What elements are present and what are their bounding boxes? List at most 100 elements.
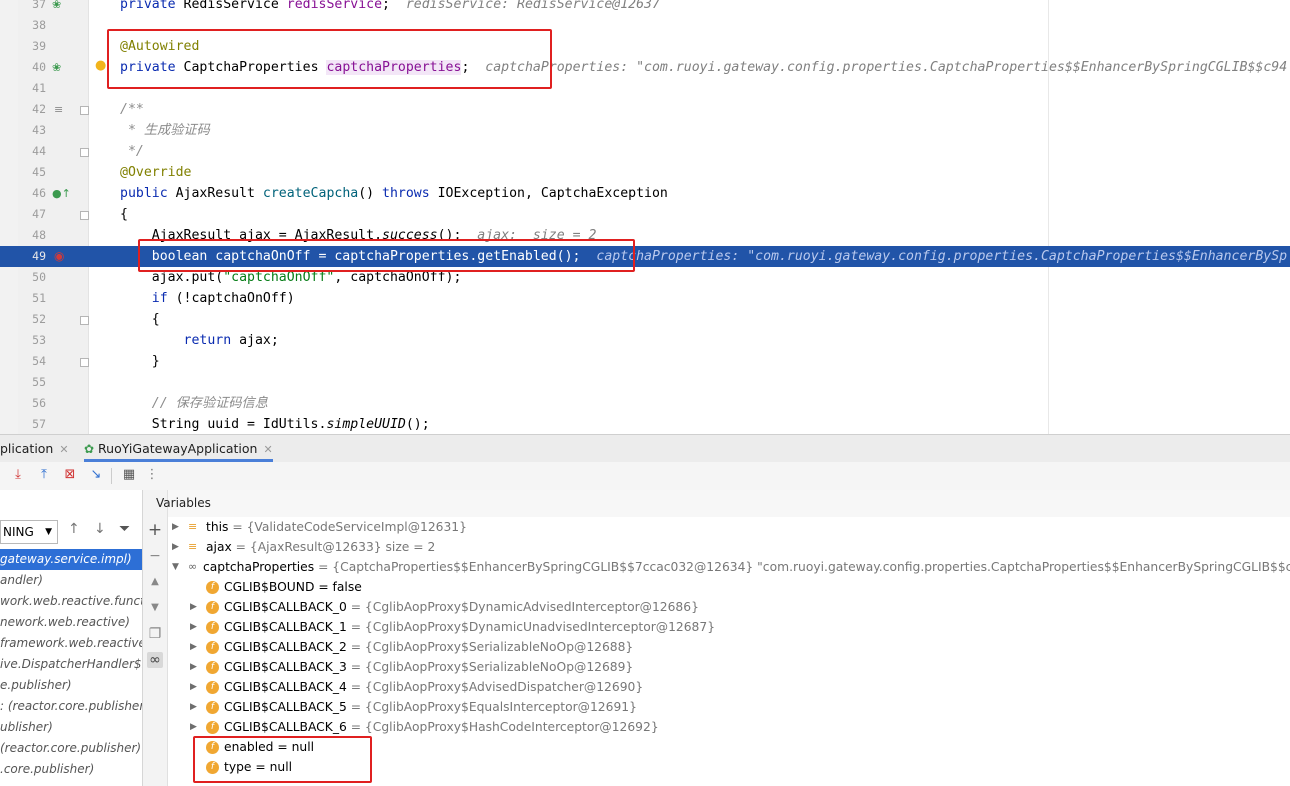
variable-row[interactable]: ▶ f CGLIB$CALLBACK_4 = {CglibAopProxy$Advi…	[168, 677, 1290, 697]
code-line[interactable]: 54 }	[0, 351, 1290, 372]
tab-application[interactable]: plication ✕	[0, 435, 69, 462]
fold-marker[interactable]	[80, 148, 89, 157]
variable-row[interactable]: f CGLIB$BOUND = false	[168, 577, 1290, 597]
add-watch-icon[interactable]: +	[147, 522, 163, 539]
code-line[interactable]: 56 // 保存验证码信息	[0, 393, 1290, 414]
tab-ruoyi-gateway[interactable]: ✿ RuoYiGatewayApplication ✕	[84, 435, 273, 462]
evaluate-icon[interactable]: ▦	[120, 466, 138, 484]
line-number[interactable]: 45	[18, 162, 46, 183]
expand-icon[interactable]: ▶	[190, 617, 197, 637]
variable-row[interactable]: ▶ ≡ this = {ValidateCodeServiceImpl@12631}	[168, 517, 1290, 537]
code-text[interactable]: * 生成验证码	[120, 120, 210, 141]
expand-icon[interactable]: ▶	[190, 637, 197, 657]
close-icon[interactable]: ✕	[59, 443, 68, 456]
more-icon[interactable]: ⋮	[143, 466, 161, 484]
variable-row[interactable]: ▶ ≡ ajax = {AjaxResult@12633} size = 2	[168, 537, 1290, 557]
line-number[interactable]: 41	[18, 78, 46, 99]
code-text[interactable]: {	[120, 309, 160, 330]
line-number[interactable]: 51	[18, 288, 46, 309]
line-number[interactable]: 54	[18, 351, 46, 372]
code-line[interactable]: 46 public AjaxResult createCapcha() throw…	[0, 183, 1290, 204]
variable-row[interactable]: ▶ f CGLIB$CALLBACK_6 = {CglibAopProxy$Hash…	[168, 717, 1290, 737]
code-editor[interactable]: 37 private RedisService redisService; red…	[0, 0, 1290, 434]
fold-marker[interactable]	[80, 358, 89, 367]
stack-frame[interactable]: .core.publisher)	[0, 759, 142, 780]
expand-icon[interactable]: ▶	[172, 537, 179, 557]
remove-icon[interactable]: −	[147, 548, 163, 564]
bean-icon[interactable]: ❀	[52, 0, 61, 15]
stack-frame[interactable]: work.web.reactive.function	[0, 591, 142, 612]
expand-icon[interactable]: ▶	[172, 517, 179, 537]
line-number[interactable]: 52	[18, 309, 46, 330]
line-number[interactable]: 50	[18, 267, 46, 288]
fold-marker[interactable]	[80, 106, 89, 115]
code-line[interactable]: 45 @Override	[0, 162, 1290, 183]
code-text[interactable]: */	[120, 141, 144, 162]
implement-icon[interactable]: ≡	[54, 99, 63, 120]
breakpoint-icon[interactable]: ◉	[54, 246, 64, 267]
line-number[interactable]: 56	[18, 393, 46, 414]
arrow-up-icon[interactable]: ↑	[68, 521, 80, 537]
code-text[interactable]: {	[120, 204, 128, 225]
code-line[interactable]: 47 {	[0, 204, 1290, 225]
stack-frame[interactable]: e.publisher)	[0, 675, 142, 696]
code-line[interactable]: 44 */	[0, 141, 1290, 162]
line-number[interactable]: 47	[18, 204, 46, 225]
move-down-icon[interactable]: ▼	[147, 600, 163, 616]
code-text[interactable]: /**	[120, 99, 144, 120]
line-number[interactable]: 39	[18, 36, 46, 57]
variable-row[interactable]: ▶ f CGLIB$CALLBACK_0 = {CglibAopProxy$Dyna…	[168, 597, 1290, 617]
code-line[interactable]: 37 private RedisService redisService; red…	[0, 0, 1290, 15]
expand-icon[interactable]: ▶	[190, 717, 197, 737]
stack-frame[interactable]: framework.web.reactive)	[0, 633, 142, 654]
override-icon[interactable]: ●↑	[52, 183, 71, 204]
filter-icon[interactable]: ⏷	[119, 521, 130, 537]
code-line[interactable]: 52 {	[0, 309, 1290, 330]
stack-frame[interactable]: ive.DispatcherHandler$$	[0, 654, 142, 675]
code-line[interactable]: 55	[0, 372, 1290, 393]
line-number[interactable]: 55	[18, 372, 46, 393]
code-text[interactable]: public AjaxResult createCapcha() throws …	[120, 183, 668, 204]
stack-frame[interactable]: ublisher)	[0, 717, 142, 738]
stack-frame[interactable]: : (reactor.core.publisher)	[0, 696, 142, 717]
line-number[interactable]: 43	[18, 120, 46, 141]
arrow-down-icon[interactable]: ↓	[94, 521, 106, 537]
variable-row[interactable]: ▶ f CGLIB$CALLBACK_5 = {CglibAopProxy$Equa…	[168, 697, 1290, 717]
line-number[interactable]: 42	[18, 99, 46, 120]
line-number[interactable]: 38	[18, 15, 46, 36]
code-text[interactable]: @Override	[120, 162, 191, 183]
line-number[interactable]: 49	[18, 246, 46, 267]
fold-marker[interactable]	[80, 211, 89, 220]
move-up-icon[interactable]: ▲	[147, 574, 163, 590]
code-line[interactable]: 43 * 生成验证码	[0, 120, 1290, 141]
step-into-icon[interactable]: ⤓	[9, 466, 27, 484]
line-number[interactable]: 57	[18, 414, 46, 434]
bean-icon[interactable]: ❀	[52, 57, 61, 78]
run-to-cursor-icon[interactable]: ↘	[87, 466, 105, 484]
stack-frame[interactable]: gateway.service.impl)	[0, 549, 142, 570]
collapse-icon[interactable]: ▼	[172, 557, 179, 577]
line-number[interactable]: 48	[18, 225, 46, 246]
code-text[interactable]: // 保存验证码信息	[120, 393, 268, 414]
code-text[interactable]: }	[120, 351, 160, 372]
thread-select[interactable]: NING ▼	[0, 520, 58, 544]
code-line[interactable]: 42 /**	[0, 99, 1290, 120]
expand-icon[interactable]: ▶	[190, 677, 197, 697]
variable-row[interactable]: ▶ f CGLIB$CALLBACK_2 = {CglibAopProxy$Seri…	[168, 637, 1290, 657]
expand-icon[interactable]: ▶	[190, 657, 197, 677]
code-text[interactable]: return ajax;	[120, 330, 279, 351]
line-number[interactable]: 40	[18, 57, 46, 78]
code-text[interactable]: private RedisService redisService; redis…	[120, 0, 660, 15]
drop-frame-icon[interactable]: ⊠	[61, 466, 79, 484]
stack-frame[interactable]: nework.web.reactive)	[0, 612, 142, 633]
line-number[interactable]: 44	[18, 141, 46, 162]
line-number[interactable]: 53	[18, 330, 46, 351]
variable-row[interactable]: ▶ f CGLIB$CALLBACK_3 = {CglibAopProxy$Seri…	[168, 657, 1290, 677]
code-text[interactable]: if (!captchaOnOff)	[120, 288, 295, 309]
lightbulb-icon[interactable]: ●	[95, 55, 106, 76]
show-watches-icon[interactable]: ∞	[147, 652, 163, 668]
fold-marker[interactable]	[80, 316, 89, 325]
copy-icon[interactable]: ❐	[147, 626, 163, 642]
step-out-icon[interactable]: ⤒	[35, 466, 53, 484]
code-line[interactable]: 57 String uuid = IdUtils.simpleUUID();	[0, 414, 1290, 434]
